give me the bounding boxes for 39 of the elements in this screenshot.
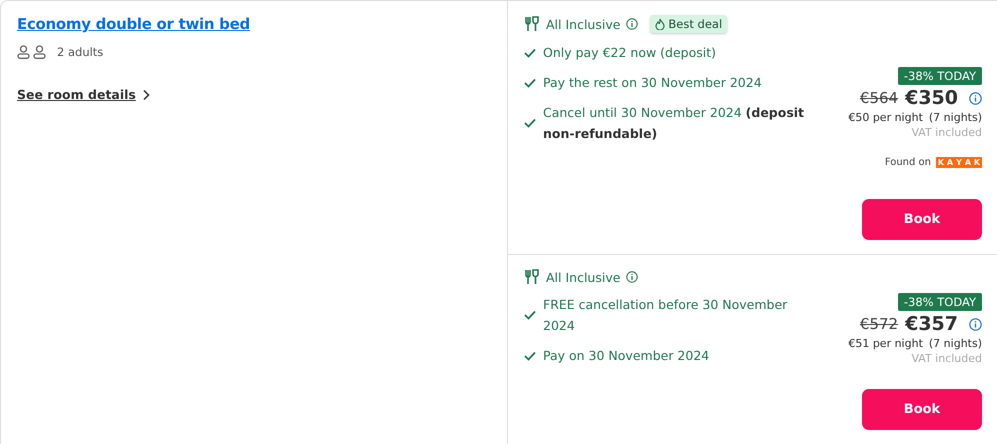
room-details-link[interactable]: See room details xyxy=(17,87,150,102)
check-icon xyxy=(524,48,536,58)
book-button[interactable]: Book xyxy=(862,199,982,240)
info-icon[interactable] xyxy=(626,271,638,283)
price: €357 xyxy=(905,313,958,335)
check-icon xyxy=(524,78,536,88)
cutlery-icon xyxy=(524,16,540,32)
nights-count: (7 nights) xyxy=(928,337,982,350)
room-title-link[interactable]: Economy double or twin bed xyxy=(17,15,250,33)
per-night-price: €51 per night xyxy=(848,337,923,350)
book-button[interactable]: Book xyxy=(862,389,982,430)
feature-text: Pay on 30 November 2024 xyxy=(543,347,710,365)
nights-count: (7 nights) xyxy=(928,111,982,124)
check-icon xyxy=(524,350,536,360)
board-label: All Inclusive xyxy=(546,270,620,284)
best-deal-badge: Best deal xyxy=(650,15,728,33)
info-icon[interactable] xyxy=(969,92,982,104)
cutlery-icon xyxy=(524,269,540,285)
occupancy-text: 2 adults xyxy=(57,45,104,59)
discount-badge: -38% TODAY xyxy=(898,293,982,311)
chevron-icon xyxy=(142,88,150,100)
info-icon[interactable] xyxy=(626,18,638,30)
old-price: €572 xyxy=(860,315,898,333)
feature-text: FREE cancellation before 30 November 2024 xyxy=(543,296,788,335)
vat-note: VAT included xyxy=(911,126,982,139)
check-icon xyxy=(524,310,536,320)
kayak-logo: K A Y A K xyxy=(936,157,982,168)
vat-note: VAT included xyxy=(911,352,982,365)
board-label: All Inclusive xyxy=(546,16,620,32)
old-price: €564 xyxy=(860,89,898,107)
found-on-label: Found on xyxy=(884,157,931,168)
feature-text: Cancel until 30 November 2024 (deposit non-refundable) xyxy=(543,104,806,143)
discount-badge: -38% TODAY xyxy=(898,67,982,85)
check-icon xyxy=(524,118,536,128)
per-night-price: €50 per night xyxy=(848,111,923,124)
info-icon[interactable] xyxy=(969,318,982,330)
feature-text: Only pay €22 now (deposit) xyxy=(543,44,716,62)
price: €350 xyxy=(905,87,958,109)
feature-text: Pay the rest on 30 November 2024 xyxy=(543,74,762,92)
